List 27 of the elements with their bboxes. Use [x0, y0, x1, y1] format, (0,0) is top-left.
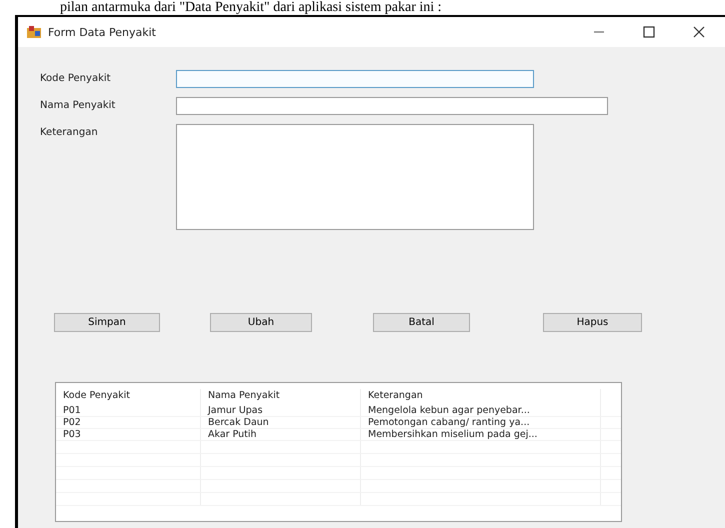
column-header[interactable]: Kode Penyakit [56, 389, 201, 405]
table-cell: Pemotongan cabang/ ranting ya... [361, 417, 601, 428]
close-icon[interactable] [693, 26, 705, 38]
field-label: Keterangan [40, 126, 99, 138]
column-header[interactable]: Keterangan [361, 389, 601, 405]
field-label: Kode Penyakit [40, 72, 112, 84]
text-area[interactable] [176, 124, 534, 230]
form-button[interactable]: Batal [373, 313, 470, 332]
column-header[interactable]: Nama Penyakit [201, 389, 361, 405]
form-button[interactable]: Ubah [210, 313, 312, 332]
maximize-icon[interactable] [643, 26, 655, 38]
table-cell: P02 [56, 417, 201, 428]
table-cell: Mengelola kebun agar penyebar... [361, 405, 601, 416]
table-cell: Bercak Daun [201, 417, 361, 428]
window-title: Form Data Penyakit [48, 26, 156, 38]
table-cell: P03 [56, 429, 201, 440]
table-cell: P01 [56, 405, 201, 416]
table-cell: Membersihkan miselium pada gej... [361, 429, 601, 440]
input-field[interactable] [176, 97, 608, 115]
input-field[interactable] [176, 70, 534, 88]
form-button[interactable]: Simpan [54, 313, 160, 332]
field-label: Nama Penyakit [40, 99, 116, 111]
form-button[interactable]: Hapus [543, 313, 642, 332]
table-cell: Akar Putih [201, 429, 361, 440]
document-text: pilan antarmuka dari "Data Penyakit" dari aplikasi sistem pakar ini : [59, 0, 443, 15]
table-cell: Jamur Upas [201, 405, 361, 416]
app-icon [26, 25, 42, 39]
